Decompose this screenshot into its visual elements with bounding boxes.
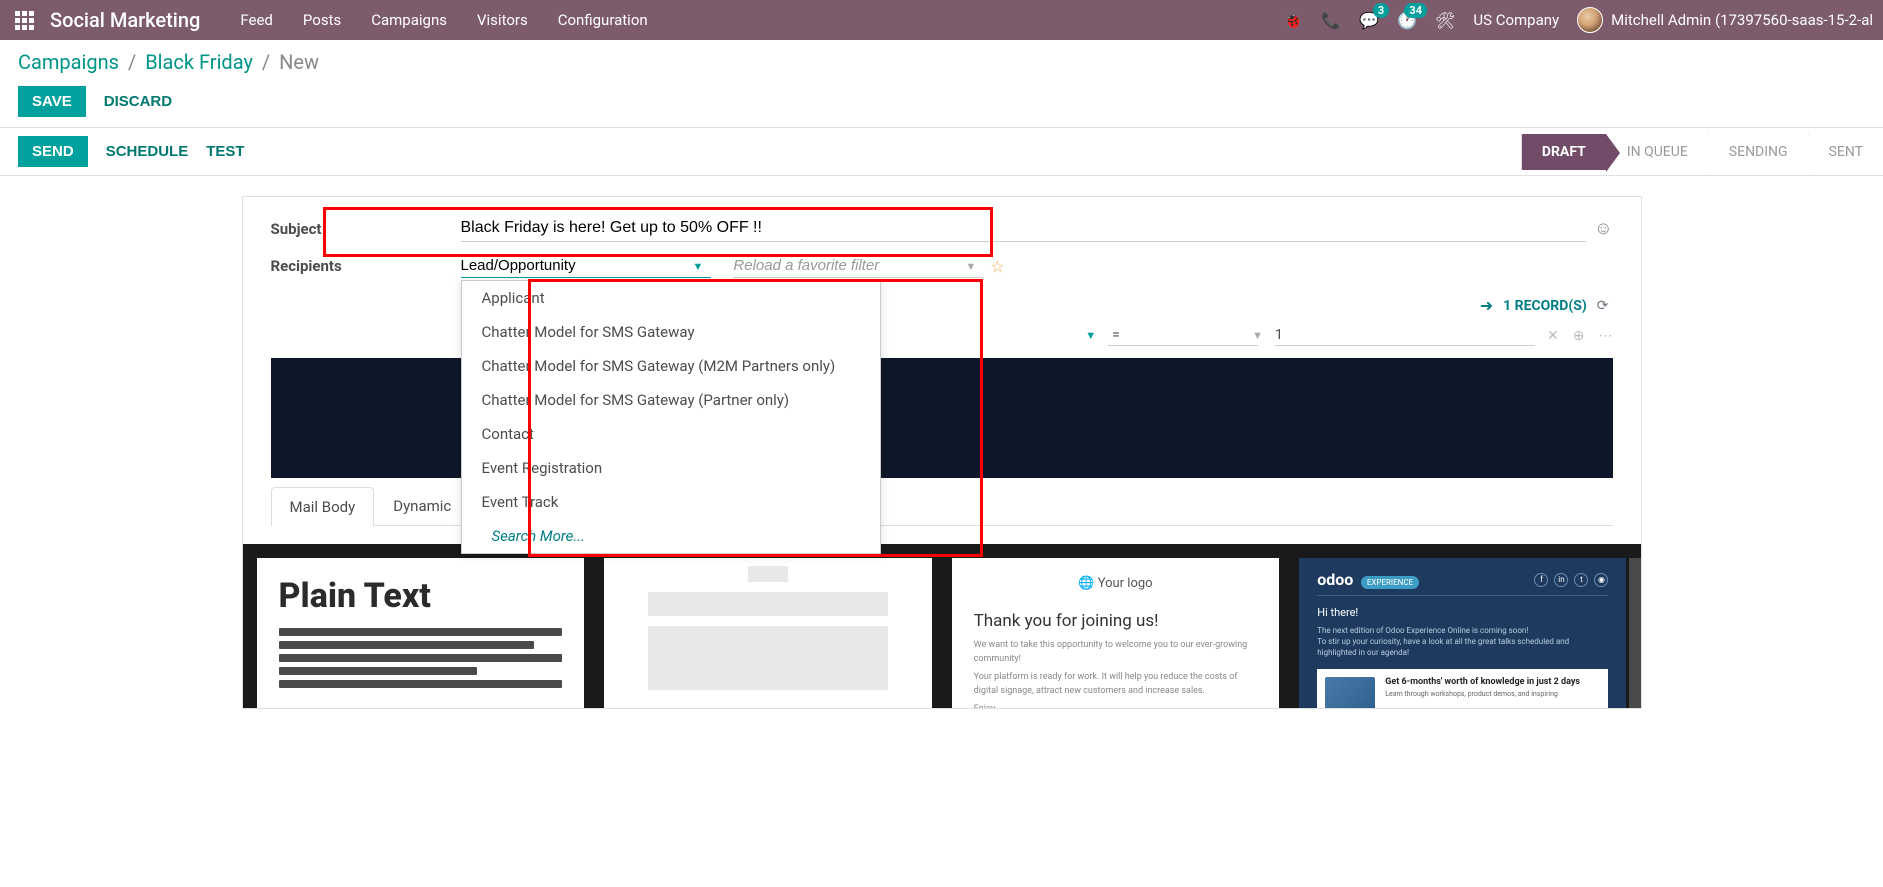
tools-icon[interactable]: 🛠 [1435,11,1455,30]
social-in-icon: in [1554,573,1568,587]
filter-input[interactable] [733,254,983,278]
breadcrumb-current: New [279,50,319,74]
template4-card-sub: Learn through workshops, product demos, … [1385,690,1580,698]
condition-op-caret-icon[interactable]: ▼ [1252,329,1263,342]
more-condition-icon[interactable]: ⋯ [1599,328,1613,344]
template3-p3: Enjoy, [974,703,1258,708]
dropdown-item-contact[interactable]: Contact [462,417,880,451]
recipients-dropdown: Applicant Chatter Model for SMS Gateway … [461,280,881,554]
template4-line1: The next edition of Odoo Experience Onli… [1317,625,1608,636]
subject-label: Subject [271,220,461,238]
nav-posts[interactable]: Posts [303,11,341,29]
template4-line2: To stir up your curiosity, have a look a… [1317,636,1608,658]
template-blocks[interactable] [604,558,932,708]
subject-input[interactable] [461,215,1587,242]
company-switcher[interactable]: US Company [1473,11,1559,29]
condition-field-caret-icon[interactable]: ▼ [1085,329,1096,342]
template3-p1: We want to take this opportunity to welc… [974,639,1258,666]
dropdown-item-event-track[interactable]: Event Track [462,485,880,519]
schedule-button[interactable]: SCHEDULE [106,143,189,160]
apps-icon[interactable] [10,6,38,34]
stage-inqueue[interactable]: IN QUEUE [1606,134,1708,170]
breadcrumb-blackfriday[interactable]: Black Friday [145,50,253,74]
templates-gallery: Plain Text Your logo Thank you for joini… [243,544,1641,708]
test-button[interactable]: TEST [206,143,244,160]
dropdown-item-chatter-m2m[interactable]: Chatter Model for SMS Gateway (M2M Partn… [462,349,880,383]
template4-card-image [1325,677,1375,708]
username: Mitchell Admin (17397560-saas-15-2-al [1611,11,1873,29]
stage-draft[interactable]: DRAFT [1521,134,1606,170]
user-menu[interactable]: Mitchell Admin (17397560-saas-15-2-al [1577,7,1873,33]
avatar [1577,7,1603,33]
template3-logo: Your logo [974,576,1258,591]
add-condition-icon[interactable]: ⊕ [1573,328,1585,344]
breadcrumb: Campaigns / Black Friday / New [18,50,1865,74]
social-t-icon: t [1574,573,1588,587]
tab-dynamic[interactable]: Dynamic [374,486,470,525]
condition-value[interactable]: 1 [1275,325,1535,346]
template-plain-text[interactable]: Plain Text [257,558,585,708]
dropdown-item-applicant[interactable]: Applicant [462,281,880,315]
star-icon[interactable]: ☆ [990,257,1004,276]
template4-badge: EXPERIENCE [1361,576,1419,589]
messages-icon[interactable]: 💬3 [1359,11,1379,30]
filter-caret-icon[interactable]: ▼ [965,260,976,273]
social-f-icon: f [1534,573,1548,587]
records-arrow-icon: ➜ [1480,296,1493,315]
recipients-input[interactable] [461,254,711,278]
discard-button[interactable]: DISCARD [104,93,172,110]
stage-sent[interactable]: SENT [1808,134,1883,170]
refresh-icon[interactable]: ⟳ [1597,298,1609,314]
phone-icon[interactable]: 📞 [1321,11,1341,30]
recipients-caret-icon[interactable]: ▼ [693,260,704,273]
breadcrumb-campaigns[interactable]: Campaigns [18,50,119,74]
remove-condition-icon[interactable]: ✕ [1547,328,1559,344]
dropdown-item-event-reg[interactable]: Event Registration [462,451,880,485]
stage-sending[interactable]: SENDING [1708,134,1808,170]
template1-title: Plain Text [279,576,563,616]
bug-icon[interactable]: 🐞 [1283,11,1303,30]
app-brand[interactable]: Social Marketing [50,8,200,32]
send-button[interactable]: SEND [18,136,88,167]
template-odoo-exp[interactable]: odoo EXPERIENCE f in t ◉ Hi there! The n… [1299,558,1626,708]
recipients-label: Recipients [271,257,461,275]
tab-mail-body[interactable]: Mail Body [271,487,375,526]
save-button[interactable]: SAVE [18,86,86,117]
activities-icon[interactable]: 🕐34 [1397,11,1417,30]
template4-card-title: Get 6-months' worth of knowledge in just… [1385,677,1580,687]
social-ig-icon: ◉ [1594,573,1608,587]
template3-title: Thank you for joining us! [974,611,1258,631]
nav-campaigns[interactable]: Campaigns [371,11,447,29]
messages-badge: 3 [1373,3,1389,18]
template4-brand: odoo [1317,570,1353,589]
templates-scrollbar[interactable] [1629,558,1641,708]
records-count[interactable]: 1 RECORD(S) [1503,298,1587,314]
nav-feed[interactable]: Feed [240,11,273,29]
dropdown-item-chatter-partner[interactable]: Chatter Model for SMS Gateway (Partner o… [462,383,880,417]
nav-visitors[interactable]: Visitors [477,11,528,29]
condition-operator[interactable]: = [1108,325,1258,346]
dropdown-search-more[interactable]: Search More... [462,519,880,553]
template3-p2: Your platform is ready for work. It will… [974,671,1258,698]
template-welcome[interactable]: Your logo Thank you for joining us! We w… [952,558,1280,708]
template4-hi: Hi there! [1317,606,1608,619]
activities-badge: 34 [1404,3,1427,18]
dropdown-item-chatter-sms[interactable]: Chatter Model for SMS Gateway [462,315,880,349]
emoji-icon[interactable]: ☺ [1594,218,1612,239]
nav-configuration[interactable]: Configuration [558,11,648,29]
